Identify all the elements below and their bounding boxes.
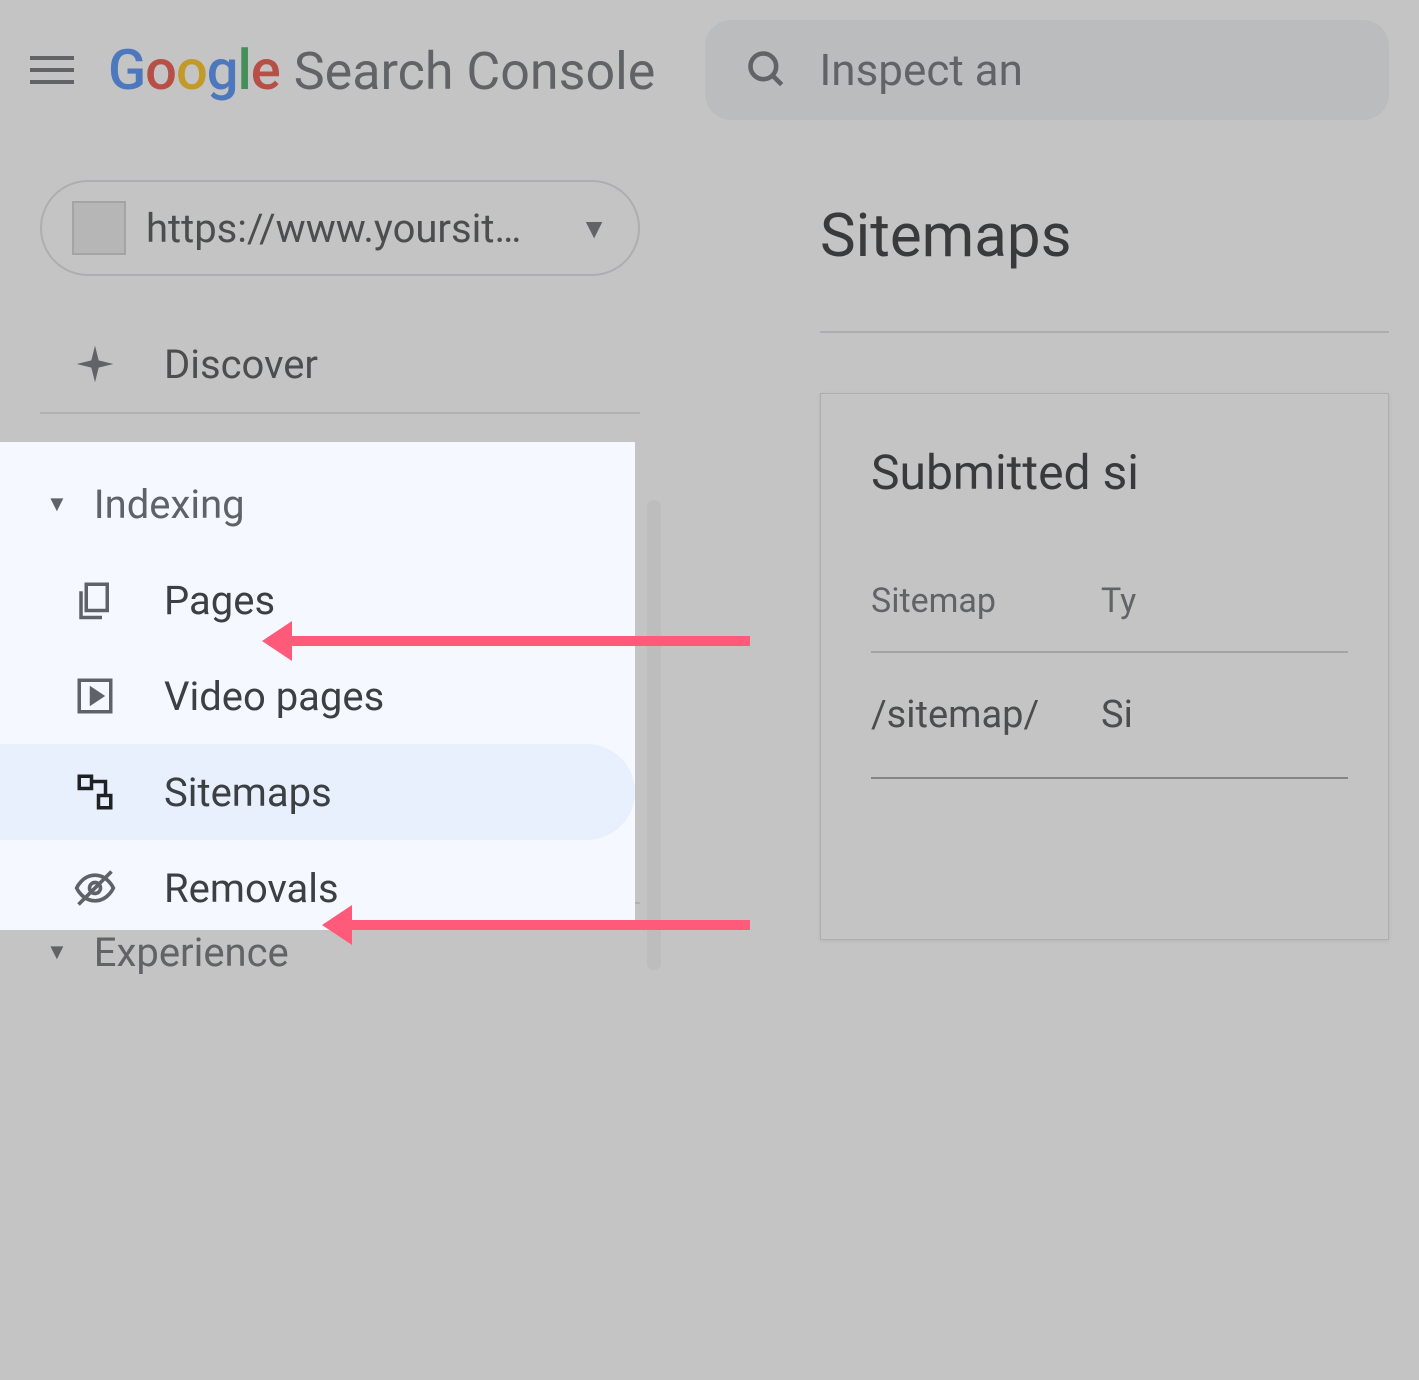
google-logo: Google bbox=[108, 37, 280, 103]
product-logo: Google Search Console bbox=[108, 37, 655, 103]
chevron-down-icon: ▼ bbox=[580, 212, 608, 245]
search-placeholder: Inspect an bbox=[819, 44, 1023, 96]
card-title: Submitted si bbox=[871, 444, 1348, 501]
product-name: Search Console bbox=[294, 41, 656, 102]
property-selector[interactable]: https://www.yoursit… ▼ bbox=[40, 180, 640, 276]
table-row[interactable]: /sitemap/ Si bbox=[871, 653, 1348, 779]
sitemap-icon bbox=[70, 767, 120, 817]
sidebar-item-pages[interactable]: Pages bbox=[0, 552, 635, 648]
caret-down-icon: ▼ bbox=[46, 939, 68, 965]
col-sitemap: Sitemap bbox=[871, 581, 1101, 621]
video-icon bbox=[70, 671, 120, 721]
sidebar-item-discover[interactable]: Discover bbox=[0, 316, 680, 412]
cell-type: Si bbox=[1101, 693, 1133, 737]
col-type: Ty bbox=[1101, 581, 1136, 621]
removals-icon bbox=[70, 863, 120, 913]
page-title: Sitemaps bbox=[820, 200, 1389, 271]
app-header: Google Search Console Inspect an bbox=[0, 0, 1419, 140]
sidebar-group-label: Indexing bbox=[94, 481, 245, 528]
sidebar-group-indexing[interactable]: ▼ Indexing bbox=[0, 456, 635, 552]
property-url: https://www.yoursit… bbox=[146, 205, 521, 252]
menu-icon[interactable] bbox=[30, 46, 78, 94]
sidebar-item-sitemaps[interactable]: Sitemaps bbox=[0, 744, 635, 840]
highlighted-nav-section: ▼ Indexing Pages Video pages Sitemaps Re… bbox=[0, 442, 635, 930]
search-icon bbox=[745, 48, 789, 92]
sidebar-item-label: Sitemaps bbox=[164, 769, 332, 816]
cell-sitemap: /sitemap/ bbox=[871, 693, 1101, 737]
annotation-arrow bbox=[270, 636, 750, 646]
divider bbox=[820, 331, 1389, 333]
caret-down-icon: ▼ bbox=[46, 491, 68, 517]
sidebar-item-label: Discover bbox=[164, 341, 318, 388]
table-header: Sitemap Ty bbox=[871, 581, 1348, 653]
pages-icon bbox=[70, 575, 120, 625]
sidebar-item-video-pages[interactable]: Video pages bbox=[0, 648, 635, 744]
sidebar-item-label: Video pages bbox=[164, 673, 384, 720]
property-favicon bbox=[72, 201, 126, 255]
scrollbar-thumb[interactable] bbox=[647, 500, 661, 970]
submitted-sitemaps-card: Submitted si Sitemap Ty /sitemap/ Si bbox=[820, 393, 1389, 940]
url-inspect-search[interactable]: Inspect an bbox=[705, 20, 1389, 120]
main-content: Sitemaps Submitted si Sitemap Ty /sitema… bbox=[680, 140, 1419, 1380]
discover-icon bbox=[70, 339, 120, 389]
sidebar-item-label: Pages bbox=[164, 577, 275, 624]
annotation-arrow bbox=[330, 920, 750, 930]
